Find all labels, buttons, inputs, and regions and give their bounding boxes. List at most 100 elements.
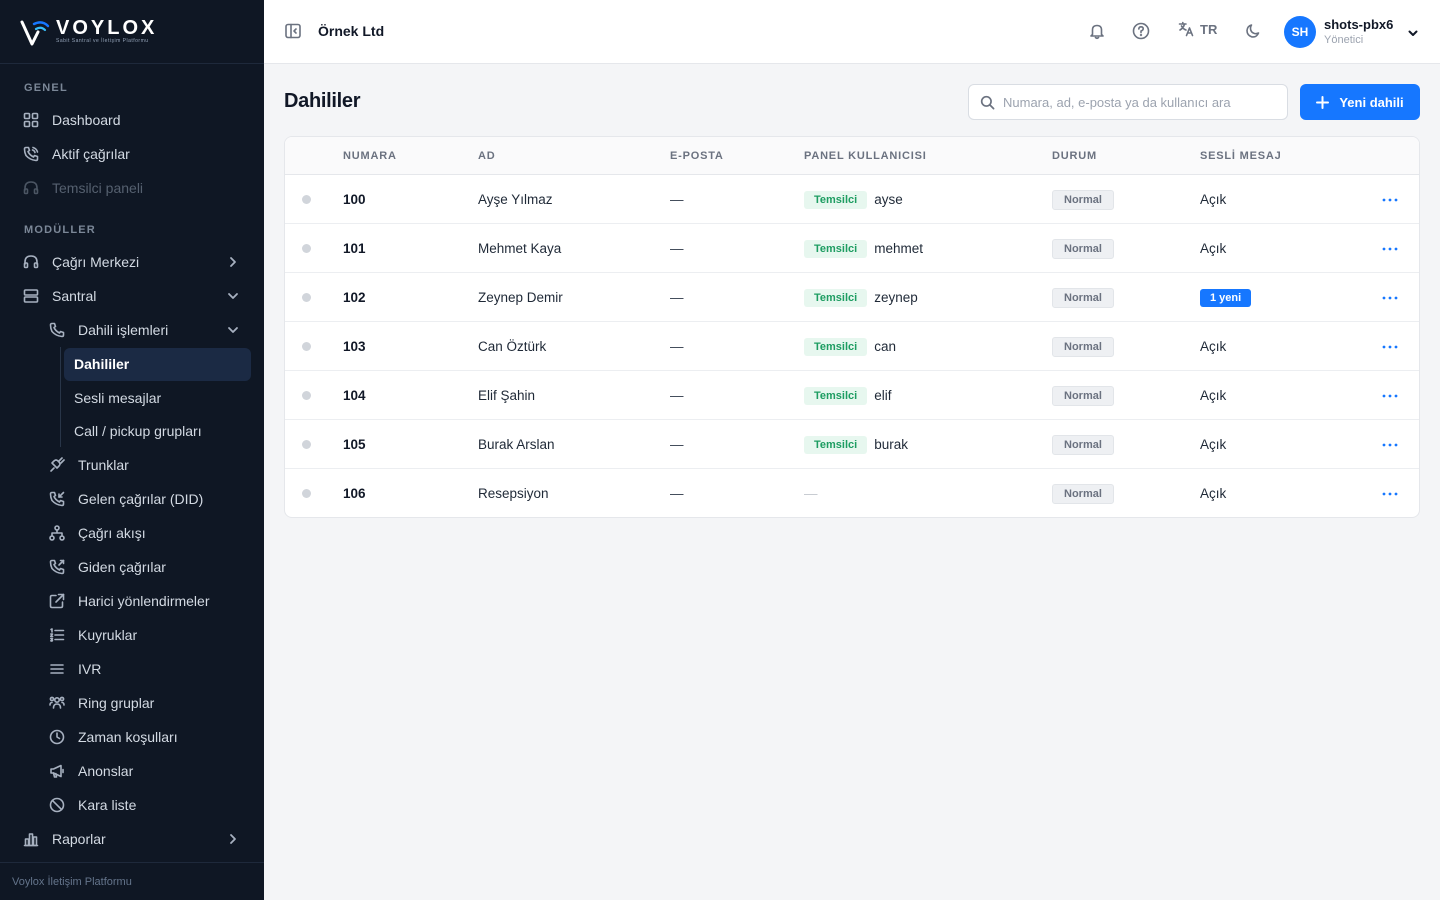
sidebar-item-label: Trunklar <box>78 457 129 473</box>
role-badge: Temsilci <box>804 239 868 258</box>
sidebar-item-label: Anonslar <box>78 763 134 779</box>
more-actions-icon[interactable] <box>1381 485 1399 503</box>
sidebar-item-pbx[interactable]: Santral <box>0 279 264 313</box>
role-badge: Temsilci <box>804 435 868 454</box>
section-label-modules: MODÜLLER <box>24 224 96 236</box>
sidebar-item-agent-panel[interactable]: Temsilci paneli <box>0 171 264 205</box>
sidebar-item-trunks[interactable]: Trunklar <box>0 448 264 482</box>
sidebar-item-call-center[interactable]: Çağrı Merkezi <box>0 245 264 279</box>
cell-voicemail: Açık <box>1200 339 1227 354</box>
sidebar-item-queues[interactable]: Kuyruklar <box>0 618 264 652</box>
user-name: shots-pbx6 <box>1324 17 1394 32</box>
translate-icon <box>1178 21 1194 37</box>
menu-icon <box>49 661 65 677</box>
clock-icon <box>49 729 65 745</box>
sidebar-item-label: Santral <box>52 288 97 304</box>
language-switcher[interactable]: TR <box>1178 21 1217 37</box>
status-badge: Normal <box>1052 287 1114 308</box>
sidebar-item-pickup-groups[interactable]: Call / pickup grupları <box>0 414 264 448</box>
bell-icon[interactable] <box>1088 22 1108 42</box>
table-row[interactable]: 105 Burak Arslan — Temsilci burak Normal … <box>285 420 1419 469</box>
table-row[interactable]: 100 Ayşe Yılmaz — Temsilci ayse Normal Aç… <box>285 175 1419 224</box>
user-menu[interactable]: SH shots-pbx6 Yönetici <box>1284 14 1419 50</box>
panel-username: burak <box>874 437 908 452</box>
cell-email: — <box>670 437 684 452</box>
more-actions-icon[interactable] <box>1381 191 1399 209</box>
cell-number: 102 <box>343 290 366 305</box>
column-header-status[interactable]: DURUM <box>1052 150 1097 162</box>
headset-icon <box>23 254 39 270</box>
table-row[interactable]: 103 Can Öztürk — Temsilci can Normal Açık <box>285 322 1419 371</box>
sidebar-item-reports[interactable]: Raporlar <box>0 822 264 856</box>
sidebar-item-label: Çağrı akışı <box>78 525 146 541</box>
list-ordered-icon <box>49 627 65 643</box>
users-group-icon <box>49 695 65 711</box>
sidebar-item-voicemails[interactable]: Sesli mesajlar <box>0 381 264 415</box>
sidebar-item-ring-groups[interactable]: Ring gruplar <box>0 686 264 720</box>
sidebar-item-extension-ops[interactable]: Dahili işlemleri <box>0 313 264 347</box>
table-header: NUMARA AD E-POSTA PANEL KULLANICISI DURU… <box>285 137 1419 175</box>
sidebar-item-label: Aktif çağrılar <box>52 146 130 162</box>
sidebar-item-dashboard[interactable]: Dashboard <box>0 103 264 137</box>
role-badge: Temsilci <box>804 288 868 307</box>
sidebar-item-blacklist[interactable]: Kara liste <box>0 788 264 822</box>
sidebar-item-label: Harici yönlendirmeler <box>78 593 210 609</box>
moon-icon[interactable] <box>1244 22 1264 42</box>
more-actions-icon[interactable] <box>1381 289 1399 307</box>
table-row[interactable]: 102 Zeynep Demir — Temsilci zeynep Normal… <box>285 273 1419 322</box>
column-header-name[interactable]: AD <box>478 150 496 162</box>
column-header-number[interactable]: NUMARA <box>343 150 397 162</box>
panel-username: can <box>874 339 896 354</box>
presence-dot <box>302 391 311 400</box>
column-header-panel-user[interactable]: PANEL KULLANICISI <box>804 150 927 162</box>
sidebar-item-label: Dashboard <box>52 112 121 128</box>
brand-tagline: Sabit Santral ve İletişim Platformu <box>56 38 149 44</box>
role-badge: Temsilci <box>804 386 868 405</box>
presence-dot <box>302 342 311 351</box>
dashboard-grid-icon <box>23 112 39 128</box>
sidebar-item-label: IVR <box>78 661 102 677</box>
table-row[interactable]: 106 Resepsiyon — — Normal Açık <box>285 469 1419 517</box>
cell-name: Resepsiyon <box>478 486 549 501</box>
cell-voicemail: Açık <box>1200 241 1227 256</box>
phone-outgoing-icon <box>49 559 65 575</box>
sidebar-item-ivr[interactable]: IVR <box>0 652 264 686</box>
cell-panel-user-empty: — <box>804 486 818 501</box>
new-extension-button[interactable]: Yeni dahili <box>1300 84 1420 120</box>
sidebar-item-outbound[interactable]: Giden çağrılar <box>0 550 264 584</box>
sidebar-item-active-calls[interactable]: Aktif çağrılar <box>0 137 264 171</box>
more-actions-icon[interactable] <box>1381 436 1399 454</box>
search-input[interactable] <box>1003 85 1283 119</box>
table-row[interactable]: 101 Mehmet Kaya — Temsilci mehmet Normal … <box>285 224 1419 273</box>
cell-name: Mehmet Kaya <box>478 241 562 256</box>
sidebar-item-call-flow[interactable]: Çağrı akışı <box>0 516 264 550</box>
organization-name[interactable]: Örnek Ltd <box>318 23 384 39</box>
sidebar-item-extensions[interactable]: Dahililer <box>0 347 264 381</box>
cell-name: Zeynep Demir <box>478 290 563 305</box>
cell-name: Elif Şahin <box>478 388 536 403</box>
cell-number: 103 <box>343 339 366 354</box>
sidebar-item-announcements[interactable]: Anonslar <box>0 754 264 788</box>
more-actions-icon[interactable] <box>1381 338 1399 356</box>
sidebar-item-time-conditions[interactable]: Zaman koşulları <box>0 720 264 754</box>
more-actions-icon[interactable] <box>1381 387 1399 405</box>
column-header-email[interactable]: E-POSTA <box>670 150 724 162</box>
bar-chart-icon <box>23 831 39 847</box>
cell-name: Ayşe Yılmaz <box>478 192 553 207</box>
headset-icon <box>23 180 39 196</box>
phone-call-icon <box>23 146 39 162</box>
phone-icon <box>49 322 65 338</box>
help-circle-icon[interactable] <box>1132 22 1152 42</box>
search-icon <box>980 95 995 110</box>
status-badge: Normal <box>1052 238 1114 259</box>
sidebar-item-inbound[interactable]: Gelen çağrılar (DID) <box>0 482 264 516</box>
table-row[interactable]: 104 Elif Şahin — Temsilci elif Normal Açı… <box>285 371 1419 420</box>
sidebar-toggle-icon[interactable] <box>284 22 304 42</box>
more-actions-icon[interactable] <box>1381 240 1399 258</box>
cell-number: 106 <box>343 486 366 501</box>
sidebar-item-external-routes[interactable]: Harici yönlendirmeler <box>0 584 264 618</box>
brand-logo[interactable]: VOYLOX Sabit Santral ve İletişim Platfor… <box>0 0 264 64</box>
column-header-voicemail[interactable]: SESLİ MESAJ <box>1200 150 1282 162</box>
panel-username: ayse <box>874 192 903 207</box>
new-voicemail-badge[interactable]: 1 yeni <box>1200 288 1252 307</box>
